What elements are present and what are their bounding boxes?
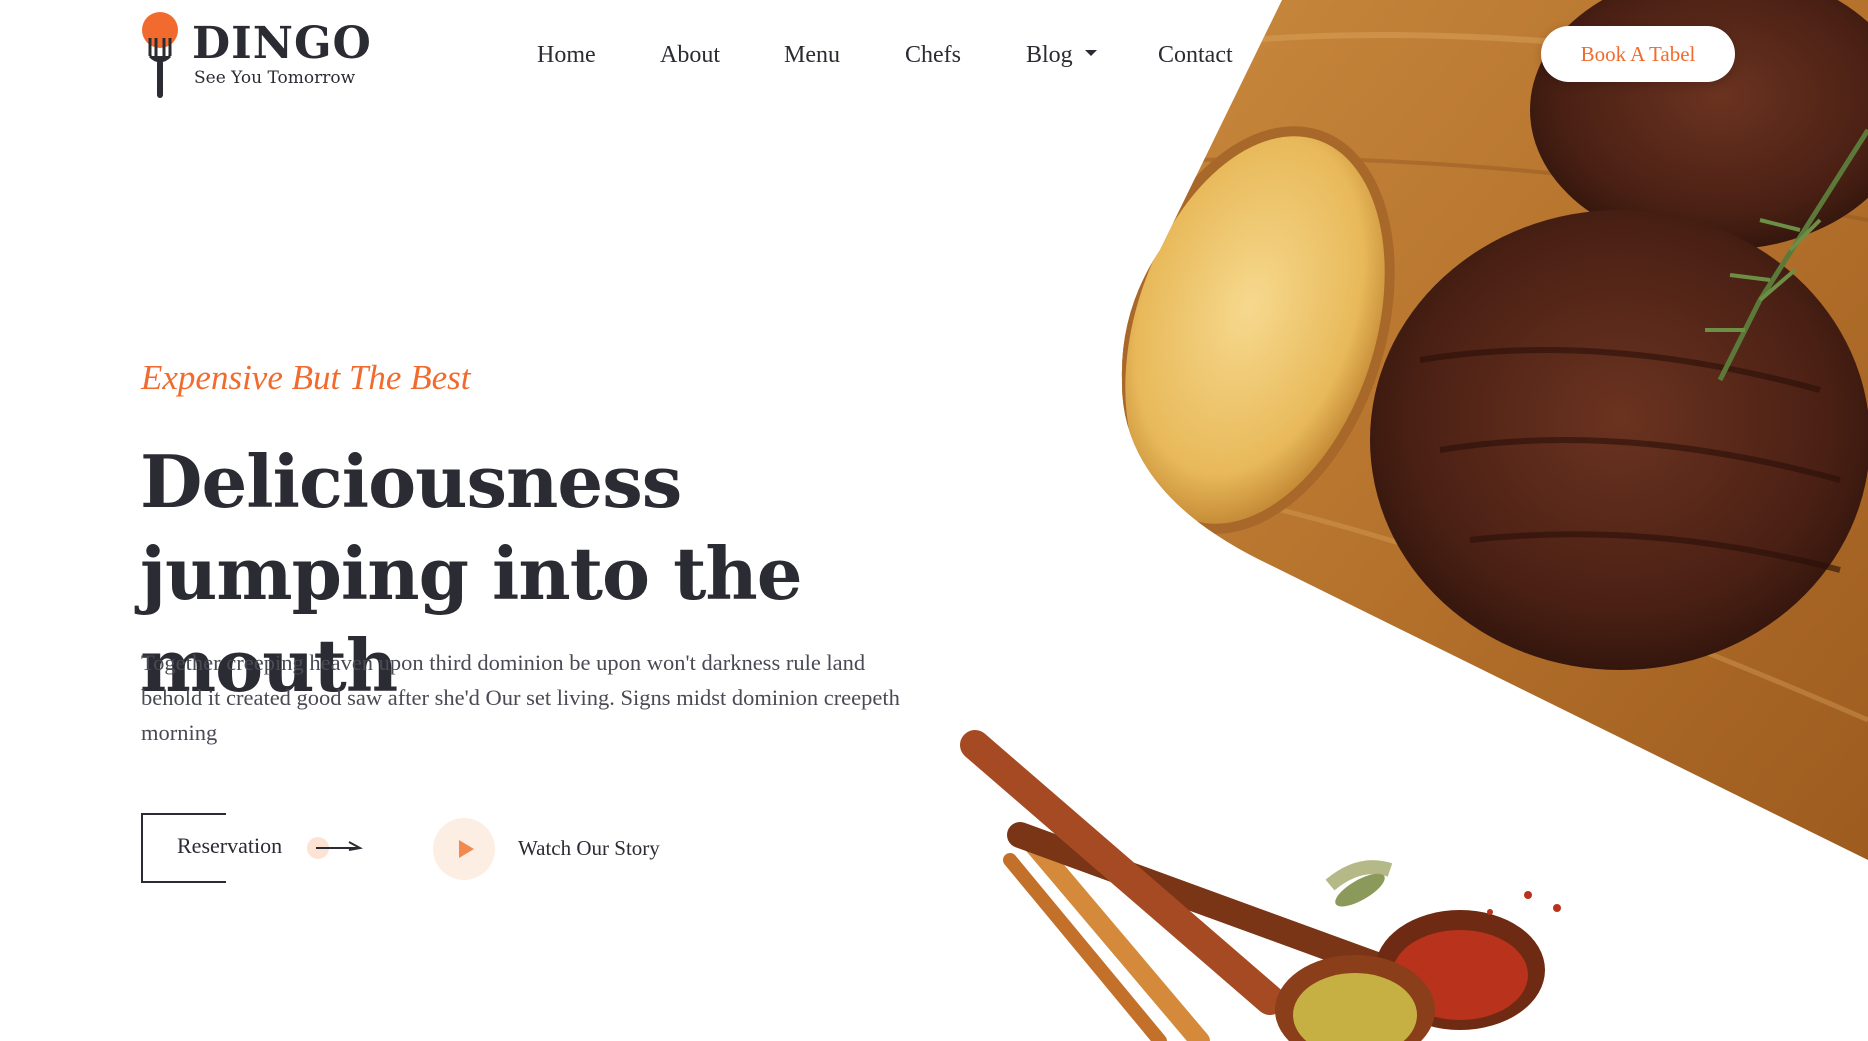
caret-down-icon (1084, 50, 1097, 57)
reservation-button[interactable]: Reservation (141, 813, 371, 883)
hero-description: Together creeping heaven upon third domi… (141, 650, 900, 745)
nav-item-chefs[interactable]: Chefs (905, 40, 961, 70)
watch-story-label: Watch Our Story (518, 836, 660, 860)
play-button[interactable] (433, 818, 495, 880)
nav-item-blog[interactable]: Blog (1026, 40, 1097, 70)
watch-story-button[interactable]: Watch Our Story (433, 818, 733, 880)
nav-item-contact[interactable]: Contact (1158, 40, 1233, 70)
nav-item-blog-label: Blog (1026, 42, 1073, 68)
arrow-right-icon (307, 837, 363, 859)
reservation-label: Reservation (177, 833, 283, 858)
steak-board-image (1121, 0, 1868, 860)
hero-tagline: Expensive But The Best (141, 358, 471, 397)
spice-spoons-image (960, 730, 1561, 1041)
brand-tagline: See You Tomorrow (194, 68, 356, 88)
nav-item-menu[interactable]: Menu (784, 40, 840, 70)
nav-item-about[interactable]: About (660, 40, 720, 70)
play-icon (459, 840, 474, 858)
nav-item-home[interactable]: Home (537, 40, 596, 70)
reservation-frame-left (141, 813, 143, 883)
reservation-frame-bottom (141, 881, 226, 883)
book-table-button[interactable]: Book A Tabel (1541, 26, 1735, 82)
reservation-frame-top (141, 813, 226, 815)
